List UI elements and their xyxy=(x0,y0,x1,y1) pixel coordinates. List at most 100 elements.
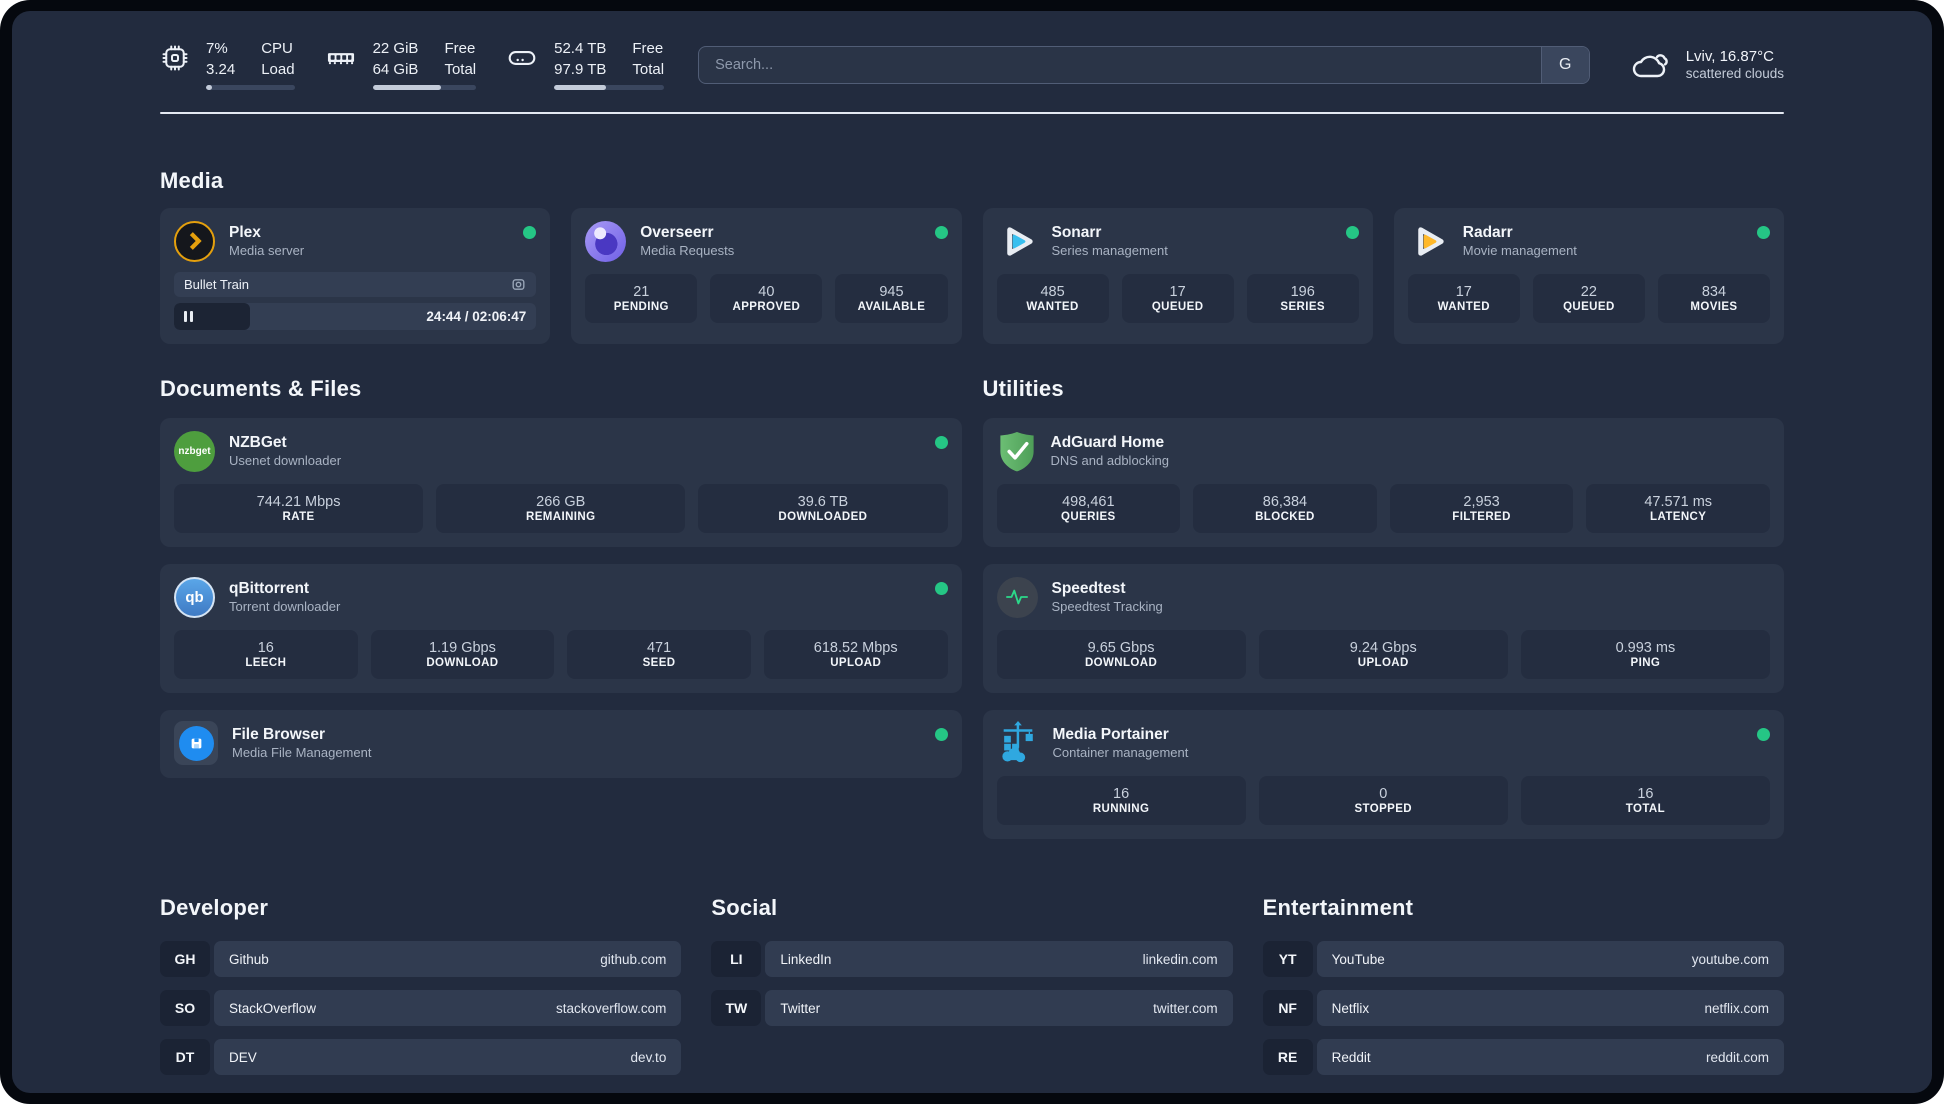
link-abbr: GH xyxy=(160,941,210,977)
app-name: AdGuard Home xyxy=(1050,434,1165,451)
stat-value: 16 xyxy=(1113,786,1130,802)
stat-value: 17 xyxy=(1455,284,1472,300)
app-desc: Media Requests xyxy=(640,243,735,258)
search-provider-button[interactable]: G xyxy=(1540,46,1589,83)
header-divider xyxy=(160,112,1784,114)
app-name: Radarr xyxy=(1462,224,1513,241)
camera-icon xyxy=(512,279,525,290)
link-bar: Twitter twitter.com xyxy=(765,990,1233,1026)
stat-tile: 266 GB REMAINING xyxy=(436,484,686,533)
section-title-media: Media xyxy=(160,168,224,193)
app-card-adguard[interactable]: AdGuard Home DNS and adblocking 498,461 … xyxy=(982,418,1784,547)
cpu-progress xyxy=(206,85,295,90)
link-abbr: TW xyxy=(711,990,762,1026)
stat-tile: 1.19 Gbps DOWNLOAD xyxy=(370,630,555,679)
status-dot xyxy=(523,226,537,239)
stat-value: 16 xyxy=(257,640,274,656)
stat-value: 485 xyxy=(1040,284,1065,300)
app-card-speedtest[interactable]: Speedtest Speedtest Tracking 9.65 Gbps D… xyxy=(982,564,1784,693)
disk-free-label: Free xyxy=(632,40,664,57)
section-title-social: Social xyxy=(711,895,778,920)
app-card-nzbget[interactable]: nzbget NZBGet Usenet downloader 744.21 M… xyxy=(160,418,962,547)
stat-tile: 40 APPROVED xyxy=(710,274,823,323)
app-name: NZBGet xyxy=(229,434,287,451)
link-row[interactable]: RE Reddit reddit.com xyxy=(1262,1039,1784,1075)
stat-label: FILTERED xyxy=(1452,511,1511,523)
stat-label: UPLOAD xyxy=(830,657,882,669)
stat-tile: 2,953 FILTERED xyxy=(1389,484,1574,533)
stat-label: RUNNING xyxy=(1092,803,1150,815)
link-row[interactable]: DT DEV dev.to xyxy=(160,1039,682,1075)
app-card-radarr[interactable]: Radarr Movie management 17 WANTED 22 QUE… xyxy=(1393,208,1784,344)
stat-tile: 16 LEECH xyxy=(174,630,358,679)
link-bar: DEV dev.to xyxy=(214,1039,682,1075)
link-url: reddit.com xyxy=(1705,1049,1769,1065)
app-card-sonarr[interactable]: Sonarr Series management 485 WANTED 17 Q… xyxy=(982,208,1373,344)
stat-tile: 47.571 ms LATENCY xyxy=(1586,484,1770,533)
stat-label: SEED xyxy=(642,657,676,669)
search-input[interactable] xyxy=(699,46,1541,83)
stats-row: 485 WANTED 17 QUEUED 196 SERIES xyxy=(996,274,1359,323)
link-row[interactable]: YT YouTube youtube.com xyxy=(1262,941,1784,977)
link-abbr: DT xyxy=(160,1039,210,1075)
link-bar: StackOverflow stackoverflow.com xyxy=(214,990,682,1026)
stat-tile: 0 STOPPED xyxy=(1258,776,1508,825)
app-name: File Browser xyxy=(232,726,326,743)
app-desc: Container management xyxy=(1052,745,1189,760)
app-desc: Media server xyxy=(229,243,305,258)
ram-total-label: Total xyxy=(444,60,477,78)
now-playing-title: Bullet Train xyxy=(184,277,250,292)
stat-label: DOWNLOADED xyxy=(778,511,868,523)
app-card-portainer[interactable]: Media Portainer Container management 16 … xyxy=(982,710,1784,839)
stat-label: MOVIES xyxy=(1690,301,1738,313)
weather-condition: scattered clouds xyxy=(1685,66,1784,81)
disk-total-label: Total xyxy=(632,60,665,78)
stat-value: 196 xyxy=(1290,284,1315,300)
status-dot xyxy=(934,582,948,595)
link-row[interactable]: TW Twitter twitter.com xyxy=(711,990,1233,1026)
app-card-filebrowser[interactable]: File Browser Media File Management xyxy=(160,710,962,778)
stat-value: 17 xyxy=(1169,284,1186,300)
entertainment-links: Entertainment YT YouTube youtube.com NF … xyxy=(1262,895,1784,1075)
stat-tile: 39.6 TB DOWNLOADED xyxy=(698,484,948,533)
stat-label: QUEUED xyxy=(1151,301,1204,313)
stat-tile: 498,461 QUERIES xyxy=(996,484,1181,533)
status-dot xyxy=(1757,728,1770,741)
stat-value: 9.24 Gbps xyxy=(1349,640,1417,656)
stat-tile: 16 TOTAL xyxy=(1520,776,1770,825)
stat-tile: 744.21 Mbps RATE xyxy=(174,484,424,533)
link-name: StackOverflow xyxy=(229,1000,317,1016)
app-desc: Movie management xyxy=(1462,243,1577,258)
cpu-stat: 7% 3.24 CPU Load xyxy=(160,39,295,90)
stat-tile: 16 RUNNING xyxy=(996,776,1246,825)
app-card-qbittorrent[interactable]: qb qBittorrent Torrent downloader 16 LEE… xyxy=(160,564,962,693)
stat-label: SERIES xyxy=(1280,301,1325,313)
pause-icon xyxy=(184,311,193,322)
cpu-usage-label: CPU xyxy=(261,40,293,57)
stat-label: QUEUED xyxy=(1563,301,1615,313)
stat-label: DOWNLOAD xyxy=(1084,657,1158,669)
link-url: dev.to xyxy=(630,1049,667,1065)
system-stats: 7% 3.24 CPU Load 22 GiB 64 GiB Free Tota… xyxy=(160,39,665,90)
cpu-load-label: Load xyxy=(261,60,295,78)
stat-value: 21 xyxy=(633,284,650,300)
app-card-overseerr[interactable]: Overseerr Media Requests 21 PENDING 40 A… xyxy=(571,208,962,344)
link-row[interactable]: SO StackOverflow stackoverflow.com xyxy=(160,990,682,1026)
link-url: youtube.com xyxy=(1691,951,1769,967)
overseerr-logo-icon xyxy=(585,220,627,262)
playback-progress: 24:44 / 02:06:47 xyxy=(174,303,537,330)
link-url: github.com xyxy=(600,951,667,967)
stats-row: 744.21 Mbps RATE 266 GB REMAINING 39.6 T… xyxy=(174,484,948,533)
link-abbr: RE xyxy=(1262,1039,1313,1075)
link-name: DEV xyxy=(229,1049,257,1065)
disk-stat: 52.4 TB 97.9 TB Free Total xyxy=(506,39,665,90)
status-dot xyxy=(934,226,948,239)
ram-stat: 22 GiB 64 GiB Free Total xyxy=(325,39,477,90)
app-desc: Torrent downloader xyxy=(229,599,341,614)
link-abbr: NF xyxy=(1262,990,1313,1026)
link-row[interactable]: LI LinkedIn linkedin.com xyxy=(711,941,1233,977)
link-row[interactable]: NF Netflix netflix.com xyxy=(1262,990,1784,1026)
stat-value: 47.571 ms xyxy=(1644,494,1713,510)
app-card-plex[interactable]: Plex Media server Bullet Train 24:44 / 0… xyxy=(160,208,551,344)
link-row[interactable]: GH Github github.com xyxy=(160,941,682,977)
